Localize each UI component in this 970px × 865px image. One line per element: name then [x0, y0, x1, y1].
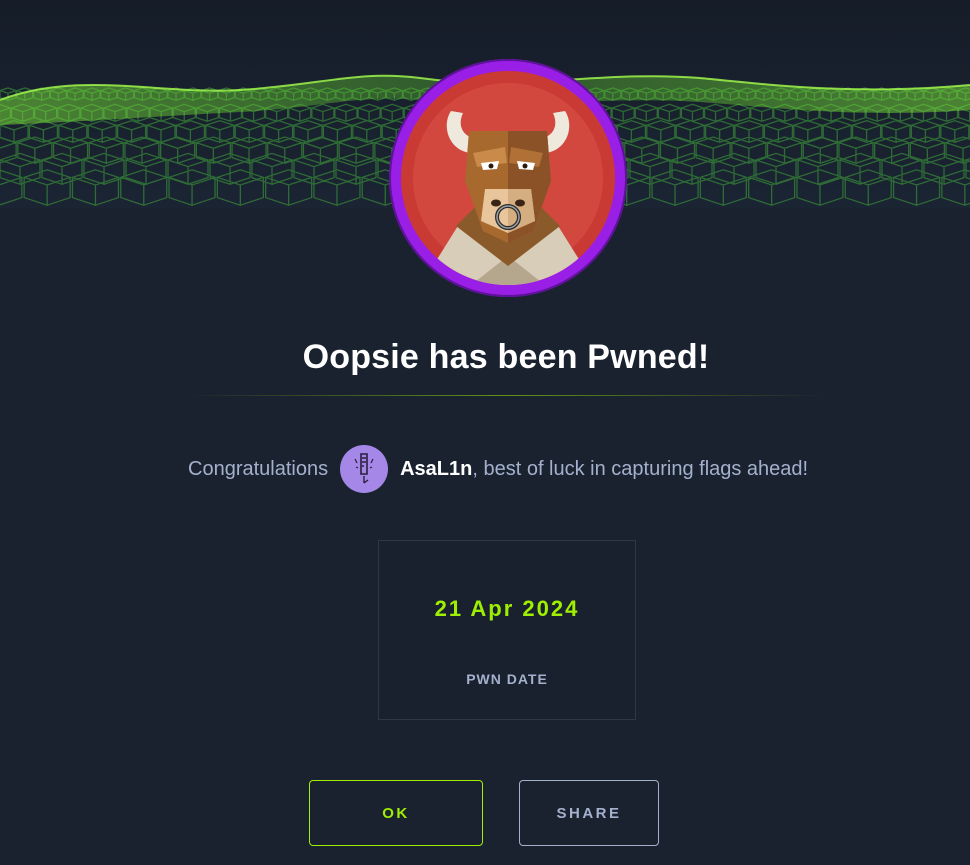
machine-avatar [389, 59, 627, 297]
congratulations-message: Congratulations AsaL1n , best of luck in… [188, 444, 808, 494]
page-title: Oopsie has been Pwned! [302, 338, 710, 376]
congrats-suffix: , best of luck in capturing flags ahead! [472, 457, 809, 480]
pwn-date-label: PWN DATE [466, 671, 548, 687]
username[interactable]: AsaL1n [400, 458, 472, 481]
user-avatar-icon [354, 453, 374, 484]
ok-button[interactable]: OK [309, 780, 483, 846]
title-divider [186, 395, 826, 396]
pwn-date-card: 21 Apr 2024 PWN DATE [378, 540, 636, 720]
user-avatar[interactable] [340, 445, 389, 493]
bull-mascot-icon [401, 71, 615, 285]
congrats-prefix: Congratulations [188, 457, 329, 480]
pwn-date-value: 21 Apr 2024 [434, 596, 580, 621]
share-button[interactable]: SHARE [519, 780, 659, 846]
